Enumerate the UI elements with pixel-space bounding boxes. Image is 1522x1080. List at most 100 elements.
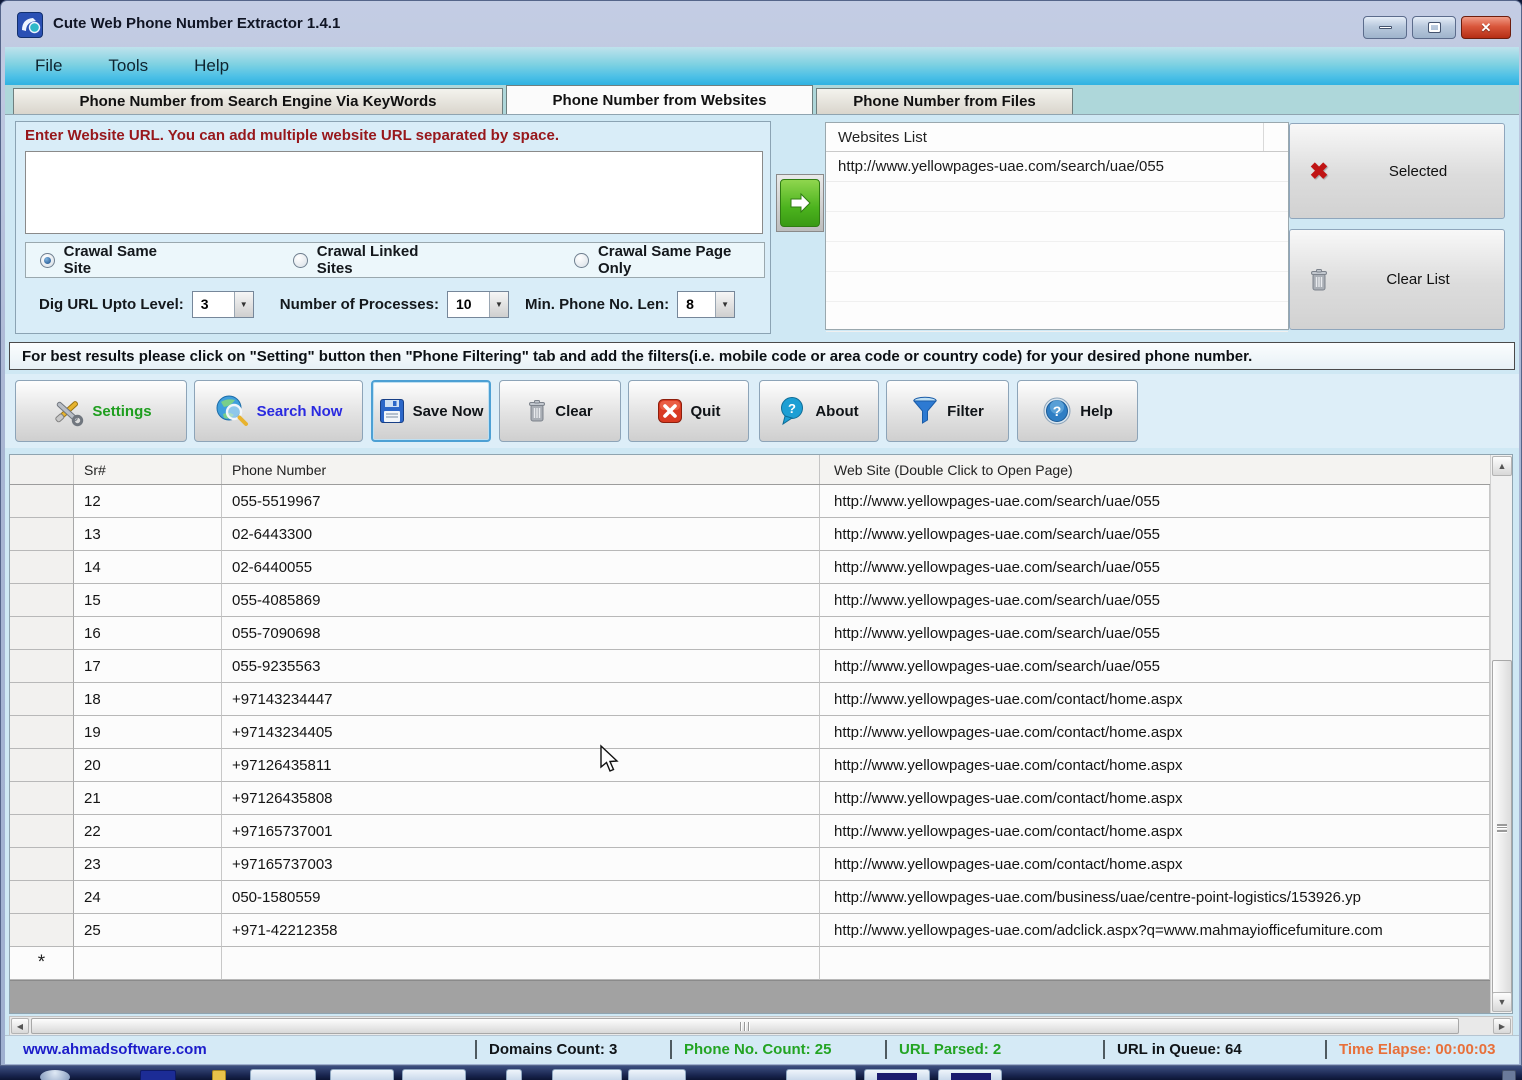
- taskbar-icon[interactable]: [212, 1070, 226, 1080]
- cell-phone[interactable]: +97165737003: [222, 848, 820, 881]
- maximize-button[interactable]: [1412, 16, 1456, 39]
- row-selector-header[interactable]: [10, 455, 74, 484]
- cell-sr[interactable]: 19: [74, 716, 222, 749]
- cell-sr[interactable]: 12: [74, 485, 222, 518]
- title-bar[interactable]: Cute Web Phone Number Extractor 1.4.1 ✕: [1, 1, 1521, 47]
- table-row[interactable]: 23 +97165737003 http://www.yellowpages-uae…: [10, 848, 1490, 881]
- taskbar-button[interactable]: [250, 1069, 316, 1080]
- clear-button[interactable]: Clear: [499, 380, 621, 442]
- cell-phone[interactable]: +97126435808: [222, 782, 820, 815]
- cell-sr[interactable]: 20: [74, 749, 222, 782]
- row-selector[interactable]: [10, 617, 74, 650]
- quit-button[interactable]: Quit: [628, 380, 749, 442]
- delete-selected-button[interactable]: ✖ Selected: [1289, 123, 1505, 219]
- taskbar-tray-icon[interactable]: [1502, 1070, 1516, 1080]
- table-row[interactable]: 20 +97126435811 http://www.yellowpages-uae…: [10, 749, 1490, 782]
- row-selector[interactable]: [10, 716, 74, 749]
- table-row[interactable]: 18 +97143234447 http://www.yellowpages-uae…: [10, 683, 1490, 716]
- website-url-input[interactable]: [25, 151, 763, 234]
- radio-crawl-same-page-only[interactable]: Crawal Same Page Only: [574, 243, 764, 277]
- menu-file[interactable]: File: [29, 54, 68, 78]
- column-header-phone[interactable]: Phone Number: [222, 455, 820, 484]
- table-row[interactable]: 13 02-6443300 http://www.yellowpages-uae.c…: [10, 518, 1490, 551]
- taskbar-icon[interactable]: [140, 1070, 176, 1080]
- table-row[interactable]: 22 +97165737001 http://www.yellowpages-uae…: [10, 815, 1490, 848]
- taskbar-button[interactable]: [938, 1069, 1002, 1080]
- chevron-down-icon[interactable]: ▼: [233, 291, 253, 317]
- table-row[interactable]: 24 050-1580559 http://www.yellowpages-uae.…: [10, 881, 1490, 914]
- cell-site[interactable]: http://www.yellowpages-uae.com/contact/h…: [820, 815, 1490, 848]
- row-selector[interactable]: [10, 881, 74, 914]
- taskbar-button[interactable]: [506, 1069, 522, 1080]
- row-selector[interactable]: *: [10, 947, 74, 980]
- table-row[interactable]: 16 055-7090698 http://www.yellowpages-uae.…: [10, 617, 1490, 650]
- cell-site[interactable]: http://www.yellowpages-uae.com/contact/h…: [820, 848, 1490, 881]
- row-selector[interactable]: [10, 683, 74, 716]
- cell-sr[interactable]: 17: [74, 650, 222, 683]
- table-row[interactable]: 15 055-4085869 http://www.yellowpages-uae.…: [10, 584, 1490, 617]
- row-selector[interactable]: [10, 782, 74, 815]
- cell-phone[interactable]: +97126435811: [222, 749, 820, 782]
- cell-site[interactable]: http://www.yellowpages-uae.com/search/ua…: [820, 551, 1490, 584]
- cell-phone[interactable]: +97143234447: [222, 683, 820, 716]
- row-selector[interactable]: [10, 551, 74, 584]
- taskbar-button[interactable]: [402, 1069, 466, 1080]
- taskbar-button[interactable]: [330, 1069, 394, 1080]
- cell-phone[interactable]: 055-4085869: [222, 584, 820, 617]
- settings-button[interactable]: Settings: [15, 380, 187, 442]
- row-selector[interactable]: [10, 584, 74, 617]
- cell-phone[interactable]: 02-6440055: [222, 551, 820, 584]
- help-button[interactable]: ? Help: [1017, 380, 1138, 442]
- cell-site[interactable]: http://www.yellowpages-uae.com/adclick.a…: [820, 914, 1490, 947]
- cell-phone[interactable]: 02-6443300: [222, 518, 820, 551]
- websites-list-header[interactable]: Websites List: [826, 123, 1288, 152]
- about-button[interactable]: ? About: [759, 380, 879, 442]
- cell-sr[interactable]: 14: [74, 551, 222, 584]
- scroll-left-icon[interactable]: ◀: [11, 1018, 29, 1034]
- filter-button[interactable]: Filter: [886, 380, 1009, 442]
- cell-sr[interactable]: 23: [74, 848, 222, 881]
- websites-list-item[interactable]: http://www.yellowpages-uae.com/search/ua…: [826, 152, 1288, 182]
- cell-sr[interactable]: 18: [74, 683, 222, 716]
- cell-site[interactable]: http://www.yellowpages-uae.com/search/ua…: [820, 650, 1490, 683]
- start-button[interactable]: [40, 1070, 70, 1080]
- scroll-down-icon[interactable]: ▼: [1492, 992, 1512, 1012]
- chevron-down-icon[interactable]: ▼: [715, 291, 735, 317]
- cell-phone[interactable]: +971-42212358: [222, 914, 820, 947]
- cell-phone[interactable]: 055-7090698: [222, 617, 820, 650]
- table-row[interactable]: 14 02-6440055 http://www.yellowpages-uae.c…: [10, 551, 1490, 584]
- cell-phone[interactable]: 055-5519967: [222, 485, 820, 518]
- horizontal-scrollbar-thumb[interactable]: [31, 1018, 1459, 1034]
- cell-phone[interactable]: 055-9235563: [222, 650, 820, 683]
- cell-site[interactable]: http://www.yellowpages-uae.com/contact/h…: [820, 683, 1490, 716]
- cell-sr[interactable]: 22: [74, 815, 222, 848]
- row-selector[interactable]: [10, 650, 74, 683]
- website-link[interactable]: www.ahmadsoftware.com: [23, 1041, 207, 1058]
- row-selector[interactable]: [10, 815, 74, 848]
- cell-site[interactable]: http://www.yellowpages-uae.com/search/ua…: [820, 617, 1490, 650]
- minimize-button[interactable]: [1363, 16, 1407, 39]
- row-selector[interactable]: [10, 485, 74, 518]
- scroll-right-icon[interactable]: ▶: [1493, 1018, 1511, 1034]
- row-selector[interactable]: [10, 914, 74, 947]
- table-row[interactable]: 25 +971-42212358 http://www.yellowpages-ua…: [10, 914, 1490, 947]
- cell-phone[interactable]: 050-1580559: [222, 881, 820, 914]
- cell-site[interactable]: http://www.yellowpages-uae.com/search/ua…: [820, 584, 1490, 617]
- cell-sr[interactable]: 16: [74, 617, 222, 650]
- cell-site[interactable]: http://www.yellowpages-uae.com/search/ua…: [820, 485, 1490, 518]
- chevron-down-icon[interactable]: ▼: [488, 291, 508, 317]
- table-row[interactable]: 19 +97143234405 http://www.yellowpages-uae…: [10, 716, 1490, 749]
- save-now-button[interactable]: Save Now: [371, 380, 491, 442]
- cell-phone[interactable]: [222, 947, 820, 980]
- table-row[interactable]: 21 +97126435808 http://www.yellowpages-uae…: [10, 782, 1490, 815]
- column-header-site[interactable]: Web Site (Double Click to Open Page): [820, 455, 1512, 484]
- search-now-button[interactable]: Search Now: [194, 380, 363, 442]
- cell-phone[interactable]: +97143234405: [222, 716, 820, 749]
- radio-crawl-linked-sites[interactable]: Crawal Linked Sites: [293, 243, 454, 277]
- cell-site[interactable]: http://www.yellowpages-uae.com/business/…: [820, 881, 1490, 914]
- radio-button-icon[interactable]: [293, 252, 308, 268]
- row-selector[interactable]: [10, 518, 74, 551]
- horizontal-scrollbar[interactable]: ◀ ▶: [9, 1016, 1513, 1036]
- cell-site[interactable]: http://www.yellowpages-uae.com/contact/h…: [820, 782, 1490, 815]
- tab-search-engine[interactable]: Phone Number from Search Engine Via KeyW…: [13, 88, 503, 114]
